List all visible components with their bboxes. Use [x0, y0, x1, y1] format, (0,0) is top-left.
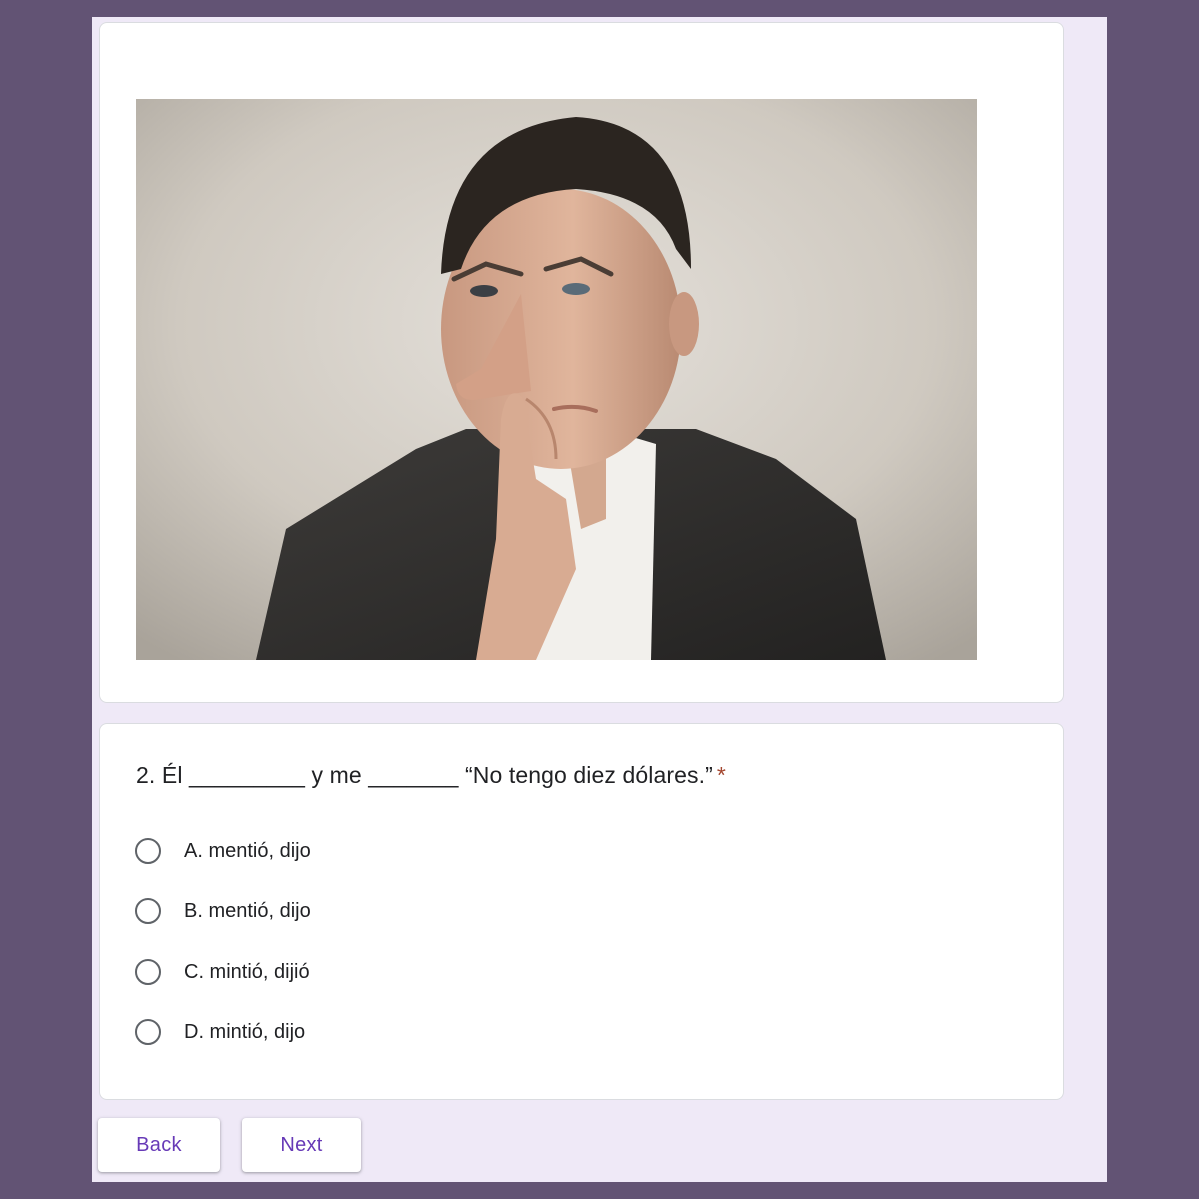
option-label-a: A. mentió, dijo: [184, 839, 311, 862]
option-label-c: C. mintió, dijió: [184, 960, 310, 983]
option-label-d: D. mintió, dijo: [184, 1020, 306, 1043]
required-marker: *: [716, 762, 726, 788]
radio-button-b[interactable]: [135, 898, 161, 924]
question-title: 2. Él _________ y me _______ “No tengo d…: [136, 762, 726, 789]
radio-button-a[interactable]: [135, 838, 161, 864]
radio-button-d[interactable]: [135, 1019, 161, 1045]
question-card: 2. Él _________ y me _______ “No tengo d…: [99, 723, 1064, 1100]
back-button[interactable]: Back: [98, 1118, 220, 1172]
option-a[interactable]: A. mentió, dijo: [135, 834, 311, 868]
option-d[interactable]: D. mintió, dijo: [135, 1015, 305, 1049]
option-label-b: B. mentió, dijo: [184, 899, 311, 922]
image-card: [99, 22, 1064, 703]
question-image: [136, 99, 977, 660]
question-text: 2. Él _________ y me _______ “No tengo d…: [136, 762, 713, 788]
option-c[interactable]: C. mintió, dijió: [135, 955, 310, 989]
radio-button-c[interactable]: [135, 959, 161, 985]
next-button[interactable]: Next: [242, 1118, 361, 1172]
form-column: 2. Él _________ y me _______ “No tengo d…: [92, 17, 1107, 1182]
option-b[interactable]: B. mentió, dijo: [135, 894, 311, 928]
